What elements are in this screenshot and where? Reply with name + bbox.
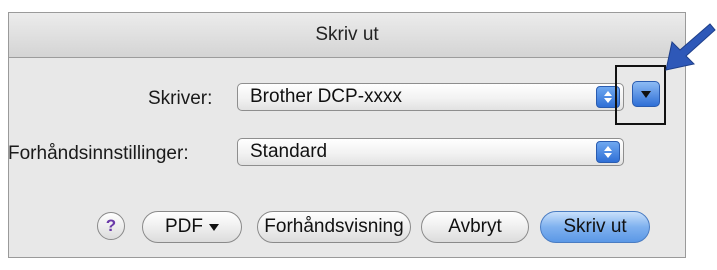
print-button[interactable]: Skriv ut [540,211,650,243]
cancel-label: Avbryt [448,216,502,237]
cancel-button[interactable]: Avbryt [421,211,529,243]
title-bar: Skriv ut [9,13,685,58]
presets-value: Standard [250,141,328,162]
pdf-button[interactable]: PDF [142,211,242,243]
arrow-pointer-icon [665,23,716,71]
preview-button[interactable]: Forhåndsvisning [257,211,411,243]
disclosure-button[interactable] [632,81,660,107]
printer-popup[interactable]: Brother DCP-xxxx [237,83,624,111]
preview-label: Forhåndsvisning [264,216,404,237]
printer-label: Skriver: [148,88,213,109]
pdf-label: PDF [165,216,203,237]
help-button[interactable]: ? [97,212,125,240]
printer-value: Brother DCP-xxxx [250,86,403,107]
dropdown-arrow-icon [209,223,219,231]
dialog-title: Skriv ut [315,24,379,45]
up-down-stepper-icon [596,141,620,163]
print-label: Skriv ut [563,216,627,237]
presets-popup[interactable]: Standard [237,138,624,166]
question-mark-icon: ? [105,216,117,235]
chevron-down-icon [641,90,651,98]
presets-label: Forhåndsinnstillinger: [8,143,189,164]
